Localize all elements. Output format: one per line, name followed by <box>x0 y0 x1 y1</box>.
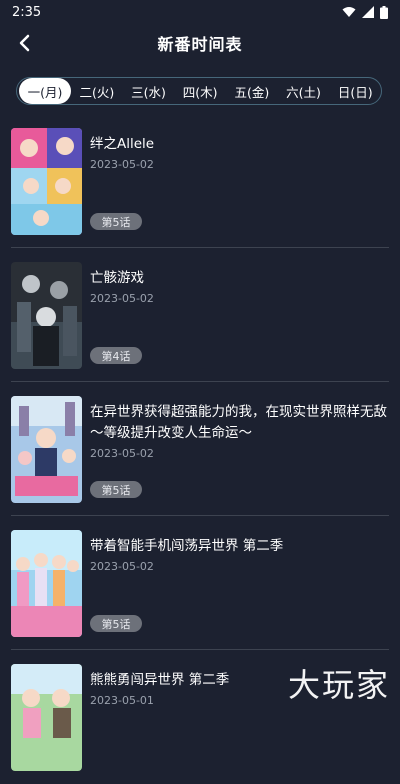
episode-badge: 第5话 <box>90 481 142 498</box>
release-date: 2023-05-01 <box>90 694 154 707</box>
release-date: 2023-05-02 <box>90 292 154 305</box>
status-time: 2:35 <box>12 4 42 20</box>
tab-tuesday[interactable]: 二(火) <box>71 78 123 104</box>
nav-bar: 新番时间表 <box>0 24 400 62</box>
cover-image <box>11 530 82 637</box>
list-item[interactable]: 绊之Allele 2023-05-02 第5话 <box>0 114 400 248</box>
anime-title: 亡骸游戏 <box>90 270 144 286</box>
cover-image <box>11 128 82 235</box>
episode-badge: 第5话 <box>90 213 142 230</box>
list-item[interactable]: 亡骸游戏 2023-05-02 第4话 <box>0 248 400 382</box>
battery-icon <box>380 5 388 19</box>
page-title: 新番时间表 <box>157 35 243 54</box>
list-item[interactable]: 在异世界获得超强能力的我，在现实世界照样无敌～等级提升改变人生命运～ 2023-… <box>0 382 400 516</box>
cover-image <box>11 262 82 369</box>
signal-icon <box>362 6 374 18</box>
tab-monday[interactable]: 一(月) <box>19 78 71 104</box>
anime-title: 在异世界获得超强能力的我，在现实世界照样无敌～等级提升改变人生命运～ <box>90 404 387 441</box>
status-icons <box>342 5 388 19</box>
chevron-left-icon <box>19 34 30 52</box>
release-date: 2023-05-02 <box>90 560 154 573</box>
tab-sunday[interactable]: 日(日) <box>329 78 381 104</box>
tab-wednesday[interactable]: 三(水) <box>123 78 175 104</box>
episode-badge: 第4话 <box>90 347 142 364</box>
watermark-logo: 大玩家 <box>287 666 390 704</box>
list-item[interactable]: 带着智能手机闯荡异世界 第二季 2023-05-02 第5话 <box>0 516 400 650</box>
day-tabs: 一(月) 二(火) 三(水) 四(木) 五(金) 六(土) 日(日) <box>16 77 382 105</box>
tab-thursday[interactable]: 四(木) <box>174 78 226 104</box>
anime-title: 绊之Allele <box>90 136 155 152</box>
tab-saturday[interactable]: 六(土) <box>278 78 330 104</box>
release-date: 2023-05-02 <box>90 158 154 171</box>
status-bar: 2:35 <box>0 0 400 24</box>
wifi-icon <box>342 7 356 17</box>
back-button[interactable] <box>10 29 38 57</box>
anime-title: 带着智能手机闯荡异世界 第二季 <box>90 538 284 554</box>
release-date: 2023-05-02 <box>90 447 154 460</box>
cover-image <box>11 664 82 771</box>
tab-friday[interactable]: 五(金) <box>226 78 278 104</box>
cover-image <box>11 396 82 503</box>
episode-badge: 第5话 <box>90 615 142 632</box>
